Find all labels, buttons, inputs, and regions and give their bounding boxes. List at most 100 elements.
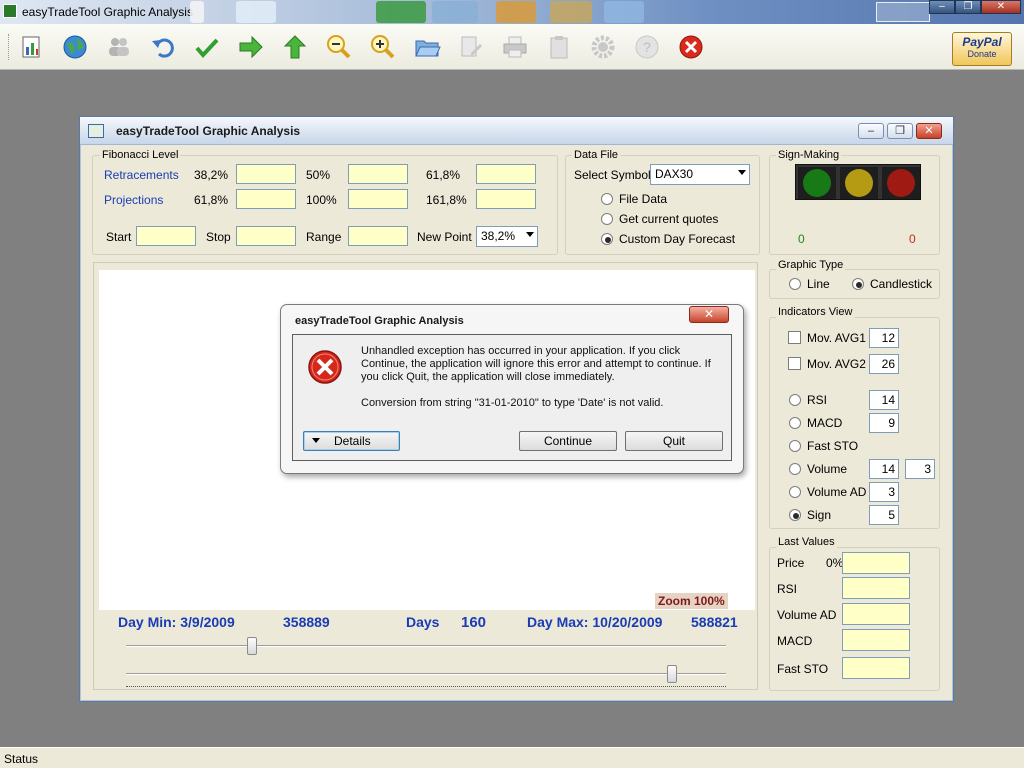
range-field[interactable] [348,226,408,246]
taskbar-thumbnail-7 [604,1,644,23]
users-icon [109,38,129,56]
last-rsi-field[interactable] [842,577,910,599]
zoom-out-button[interactable] [325,33,353,61]
rsi-field[interactable]: 14 [869,390,899,410]
new-point-select[interactable]: 38,2% [476,226,538,247]
last-fast-sto-label: Fast STO [777,662,829,676]
new-chart-button[interactable] [17,33,45,61]
projection-field-3[interactable] [476,189,536,209]
edit-button[interactable] [457,33,485,61]
start-field[interactable] [136,226,196,246]
rsi-radio[interactable] [789,394,801,406]
last-price-label: Price [777,556,805,570]
retracement-field-1[interactable] [236,164,296,184]
exit-button[interactable] [677,33,705,61]
clipboard-button[interactable] [545,33,573,61]
taskbar-thumbnail-6 [550,1,592,23]
macd-field[interactable]: 9 [869,413,899,433]
projections-label: Projections [104,193,164,207]
analysis-window-title: easyTradeTool Graphic Analysis [116,124,301,138]
file-data-radio[interactable] [601,193,613,205]
globe-button[interactable] [61,33,89,61]
mov-avg2-label: Mov. AVG2 [807,357,866,371]
dialog-detail-message: Conversion from string "31-01-2010" to t… [361,397,664,409]
range-end-slider-thumb[interactable] [667,665,677,683]
range-start-slider-thumb[interactable] [247,637,257,655]
mov-avg1-label: Mov. AVG1 [807,331,866,345]
retracement-pct-2: 50% [306,168,331,182]
range-end-slider-track[interactable] [126,673,726,675]
volume-radio[interactable] [789,463,801,475]
chevron-down-icon [312,438,320,443]
get-current-quotes-radio[interactable] [601,213,613,225]
traffic-light-icon [798,167,920,199]
volume-field-1[interactable]: 14 [869,459,899,479]
globe-icon [63,35,87,59]
sign-field[interactable]: 5 [869,505,899,525]
zoom-in-button[interactable] [369,33,397,61]
dialog-close-button[interactable]: ✕ [689,306,729,323]
undo-button[interactable] [149,33,177,61]
last-price-field[interactable] [842,552,910,574]
details-button[interactable]: Details [303,431,400,451]
mov-avg2-checkbox[interactable] [788,357,801,370]
volume-ad-field[interactable]: 3 [869,482,899,502]
macd-radio[interactable] [789,417,801,429]
get-current-quotes-label: Get current quotes [619,212,719,226]
undo-icon [152,38,174,58]
last-volume-ad-field[interactable] [842,603,910,625]
traffic-light [795,164,921,200]
range-start-slider-track[interactable] [126,645,726,647]
settings-button[interactable] [589,33,617,61]
chevron-down-icon [526,232,534,237]
mov-avg1-field[interactable]: 12 [869,328,899,348]
print-button[interactable] [501,33,529,61]
custom-day-forecast-radio[interactable] [601,233,613,245]
up-button[interactable] [281,33,309,61]
days-label: Days [406,614,440,630]
quit-button[interactable]: Quit [625,431,723,451]
exception-dialog: easyTradeTool Graphic Analysis ✕ Unhandl… [280,304,744,474]
mov-avg2-field[interactable]: 26 [869,354,899,374]
projection-field-1[interactable] [236,189,296,209]
child-close-button[interactable]: ✕ [916,123,942,139]
projection-field-2[interactable] [348,189,408,209]
mov-avg1-checkbox[interactable] [788,331,801,344]
check-button[interactable] [193,33,221,61]
volume-field-2[interactable]: 3 [905,459,935,479]
forward-button[interactable] [237,33,265,61]
stop-field[interactable] [236,226,296,246]
projection-pct-2: 100% [306,193,337,207]
arrow-up-icon [283,35,307,59]
toolbar-grip [8,34,11,60]
help-button[interactable]: ? [633,33,661,61]
sign-radio[interactable] [789,509,801,521]
last-macd-field[interactable] [842,629,910,651]
fast-sto-radio[interactable] [789,440,801,452]
help-icon: ? [635,35,659,59]
paypal-donate-button[interactable]: PayPal Donate [952,32,1012,66]
volume-ad-radio[interactable] [789,486,801,498]
file-data-label: File Data [619,192,668,206]
last-rsi-label: RSI [777,582,798,596]
users-button[interactable] [105,33,133,61]
main-close-button[interactable]: ✕ [981,0,1021,14]
print-icon [503,36,527,58]
symbol-select[interactable]: DAX30 [650,164,750,185]
child-restore-button[interactable]: ❐ [887,123,913,139]
error-icon [307,349,343,385]
main-restore-button[interactable]: ❐ [955,0,981,14]
toolbar: ? PayPal Donate [0,24,1024,70]
taskbar-thumbnail-1 [190,1,204,23]
candlestick-radio[interactable] [852,278,864,290]
zoom-out-icon [327,35,351,59]
child-minimize-button[interactable]: – [858,123,884,139]
retracement-field-3[interactable] [476,164,536,184]
continue-button[interactable]: Continue [519,431,617,451]
last-fast-sto-field[interactable] [842,657,910,679]
main-window-title: easyTradeTool Graphic Analysis [22,5,193,19]
line-radio[interactable] [789,278,801,290]
open-button[interactable] [413,33,441,61]
main-minimize-button[interactable]: – [929,0,955,14]
retracement-field-2[interactable] [348,164,408,184]
